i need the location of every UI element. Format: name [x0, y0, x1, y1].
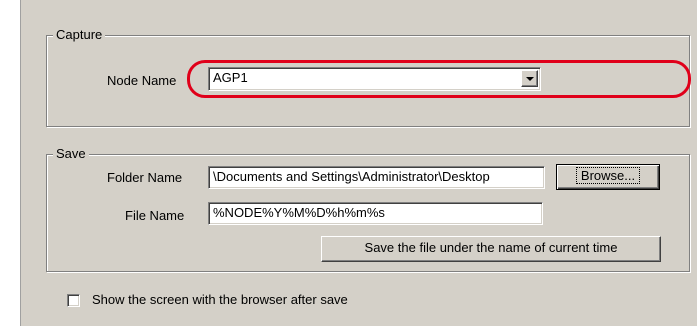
- folder-name-value: \Documents and Settings\Administrator\De…: [213, 169, 490, 184]
- folder-name-field[interactable]: \Documents and Settings\Administrator\De…: [208, 166, 545, 189]
- node-name-combobox[interactable]: AGP1: [208, 67, 541, 91]
- show-browser-checkbox[interactable]: [67, 294, 80, 307]
- save-current-time-button[interactable]: Save the file under the name of current …: [321, 236, 661, 262]
- file-name-label: File Name: [125, 208, 185, 223]
- capture-group-legend: Capture: [53, 27, 106, 43]
- node-name-value: AGP1: [213, 70, 248, 85]
- browse-button-label: Browse...: [575, 167, 641, 184]
- folder-name-label: Folder Name: [107, 170, 183, 185]
- browse-button[interactable]: Browse...: [556, 164, 660, 190]
- file-name-value: %NODE%Y%M%D%h%m%s: [213, 205, 385, 220]
- capture-dialog: Capture Node Name AGP1 Save Folder Name …: [20, 0, 697, 326]
- file-name-field[interactable]: %NODE%Y%M%D%h%m%s: [208, 202, 543, 225]
- show-browser-label[interactable]: Show the screen with the browser after s…: [92, 292, 348, 308]
- chevron-down-icon[interactable]: [521, 70, 538, 87]
- node-name-label: Node Name: [107, 73, 177, 88]
- save-group-legend: Save: [53, 146, 89, 162]
